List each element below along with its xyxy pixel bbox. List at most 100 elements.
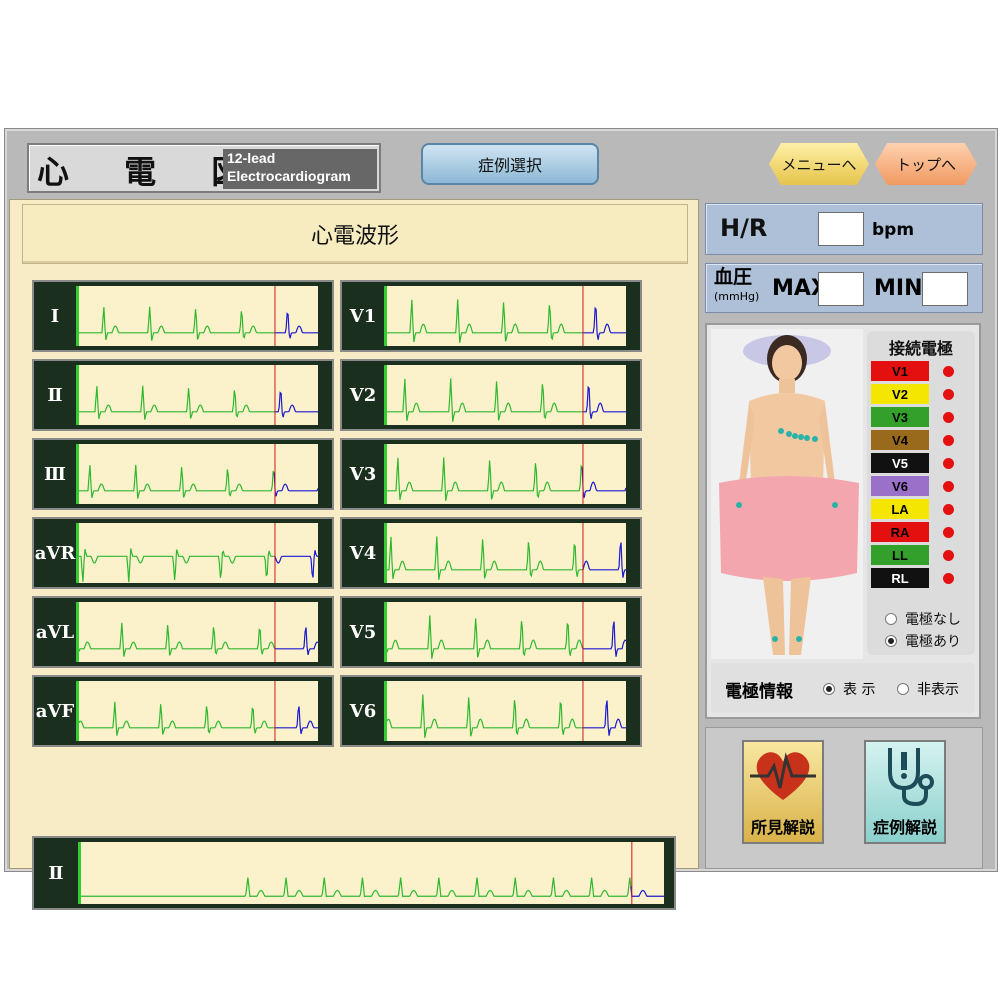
electrode-status-dot [943, 389, 954, 400]
lead-label: aVF [35, 700, 75, 722]
electrode-none-option[interactable]: 電極なし [885, 609, 961, 629]
case-explanation-button-label: 症例解説 [872, 818, 937, 837]
lead-l3: aVR [32, 517, 334, 589]
lead-plot [76, 286, 318, 346]
lead-label: V6 [349, 700, 377, 722]
case-explanation-button[interactable]: 症例解説 [864, 740, 946, 844]
lead-trace [387, 444, 626, 504]
hr-unit: bpm [872, 220, 915, 240]
lead-trace [387, 523, 626, 583]
lead-v3: V3 [340, 438, 642, 510]
lead-plot [384, 602, 626, 662]
electrode-tag: RA [871, 522, 929, 542]
electrode-status-dot [943, 504, 954, 515]
bp-min-label: MIN [874, 276, 923, 301]
lead-plot [384, 523, 626, 583]
electrode-row-la: LA [871, 499, 973, 519]
lead-l2: Ⅲ [32, 438, 334, 510]
electrode-present-option[interactable]: 電極あり [885, 631, 961, 651]
electrode-info-label: 電極情報 [725, 682, 793, 702]
heart-rate-panel: H/R bpm [705, 203, 983, 255]
ecg-app-window: 心 電 図 12-lead Electrocardiogram 症例選択 メニュ… [4, 128, 998, 910]
lead-v5: V5 [340, 596, 642, 668]
logo-subtitle: 12-lead Electrocardiogram [223, 149, 377, 189]
electrode-row-rl: RL [871, 568, 973, 588]
lead-trace [79, 602, 318, 662]
electrode-row-v4: V4 [871, 430, 973, 450]
radio-electrode-info-hide[interactable] [897, 683, 909, 695]
patient-body-illustration [711, 329, 863, 659]
electrode-tag: V1 [871, 361, 929, 381]
electrode-status-dot [943, 550, 954, 561]
lead-label: aVR [34, 542, 76, 564]
lead-trace [387, 681, 626, 741]
electrode-info-show-option[interactable]: 表 示 [823, 679, 875, 699]
lead-label: V5 [349, 621, 377, 643]
stethoscope-icon [888, 748, 934, 807]
electrode-status-dot [943, 458, 954, 469]
lead-trace [79, 365, 318, 425]
rhythm-strip: Ⅱ [32, 836, 676, 910]
findings-explanation-button[interactable]: 所見解説 [742, 740, 824, 844]
radio-electrode-info-show[interactable] [823, 683, 835, 695]
lead-v4: V4 [340, 517, 642, 589]
lead-v6: V6 [340, 675, 642, 747]
heart-ecg-icon [750, 752, 816, 800]
electrode-info-hide-label: 非表示 [917, 682, 959, 698]
lead-label: Ⅲ [44, 463, 66, 485]
lead-label: V2 [349, 384, 377, 406]
electrode-status-dot [943, 481, 954, 492]
logo-subtitle-line1: 12-lead [227, 150, 276, 166]
radio-electrode-present[interactable] [885, 635, 897, 647]
lead-plot [384, 365, 626, 425]
rhythm-strip-label: Ⅱ [48, 862, 64, 884]
hr-label: H/R [720, 214, 768, 242]
lead-plot [76, 523, 318, 583]
lead-plot [76, 444, 318, 504]
lead-v1: V1 [340, 280, 642, 352]
case-select-button[interactable]: 症例選択 [421, 143, 599, 185]
lead-trace [387, 365, 626, 425]
radio-electrode-none[interactable] [885, 613, 897, 625]
findings-button-label: 所見解説 [750, 818, 815, 837]
electrode-row-v5: V5 [871, 453, 973, 473]
lead-label: I [50, 305, 60, 327]
electrode-tag: V4 [871, 430, 929, 450]
top-button[interactable]: トップへ [875, 143, 977, 185]
electrode-info-show-label: 表 示 [843, 682, 876, 698]
lead-plot [384, 681, 626, 741]
rhythm-strip-trace [81, 842, 664, 904]
hr-value-field [818, 212, 864, 246]
waveform-title: 心電波形 [22, 204, 688, 264]
app-logo: 心 電 図 12-lead Electrocardiogram [27, 143, 381, 193]
electrode-info-hide-option[interactable]: 非表示 [897, 679, 959, 699]
lead-plot [384, 444, 626, 504]
electrode-tag: LA [871, 499, 929, 519]
lead-label: aVL [35, 621, 75, 643]
electrode-row-ra: RA [871, 522, 973, 542]
electrode-present-label: 電極あり [905, 634, 961, 650]
electrode-none-label: 電極なし [905, 612, 961, 628]
electrode-status-dot [943, 412, 954, 423]
lead-trace [79, 681, 318, 741]
lead-l4: aVL [32, 596, 334, 668]
lead-l5: aVF [32, 675, 334, 747]
blood-pressure-panel: 血圧 (mmHg) MAX MIN [705, 263, 983, 313]
bp-unit: (mmHg) [714, 290, 760, 303]
lead-plot [384, 286, 626, 346]
lead-trace [79, 523, 318, 583]
electrode-tag: RL [871, 568, 929, 588]
electrode-tag: V2 [871, 384, 929, 404]
lead-plot [76, 602, 318, 662]
lead-l0: I [32, 280, 334, 352]
lead-plot [76, 365, 318, 425]
electrode-tag: V5 [871, 453, 929, 473]
electrode-row-v6: V6 [871, 476, 973, 496]
menu-button[interactable]: メニューへ [769, 143, 869, 185]
lead-trace [79, 286, 318, 346]
electrode-row-v3: V3 [871, 407, 973, 427]
connected-electrodes-list: 接続電極 V1 V2 V3 V4 V5 V6 LA RA LL RL 電極なし 電極あり [867, 331, 975, 655]
lead-label: V4 [349, 542, 377, 564]
patient-panel: 接続電極 V1 V2 V3 V4 V5 V6 LA RA LL RL 電極なし 電極あり 電極情報… [705, 323, 981, 719]
electrode-tag: V6 [871, 476, 929, 496]
